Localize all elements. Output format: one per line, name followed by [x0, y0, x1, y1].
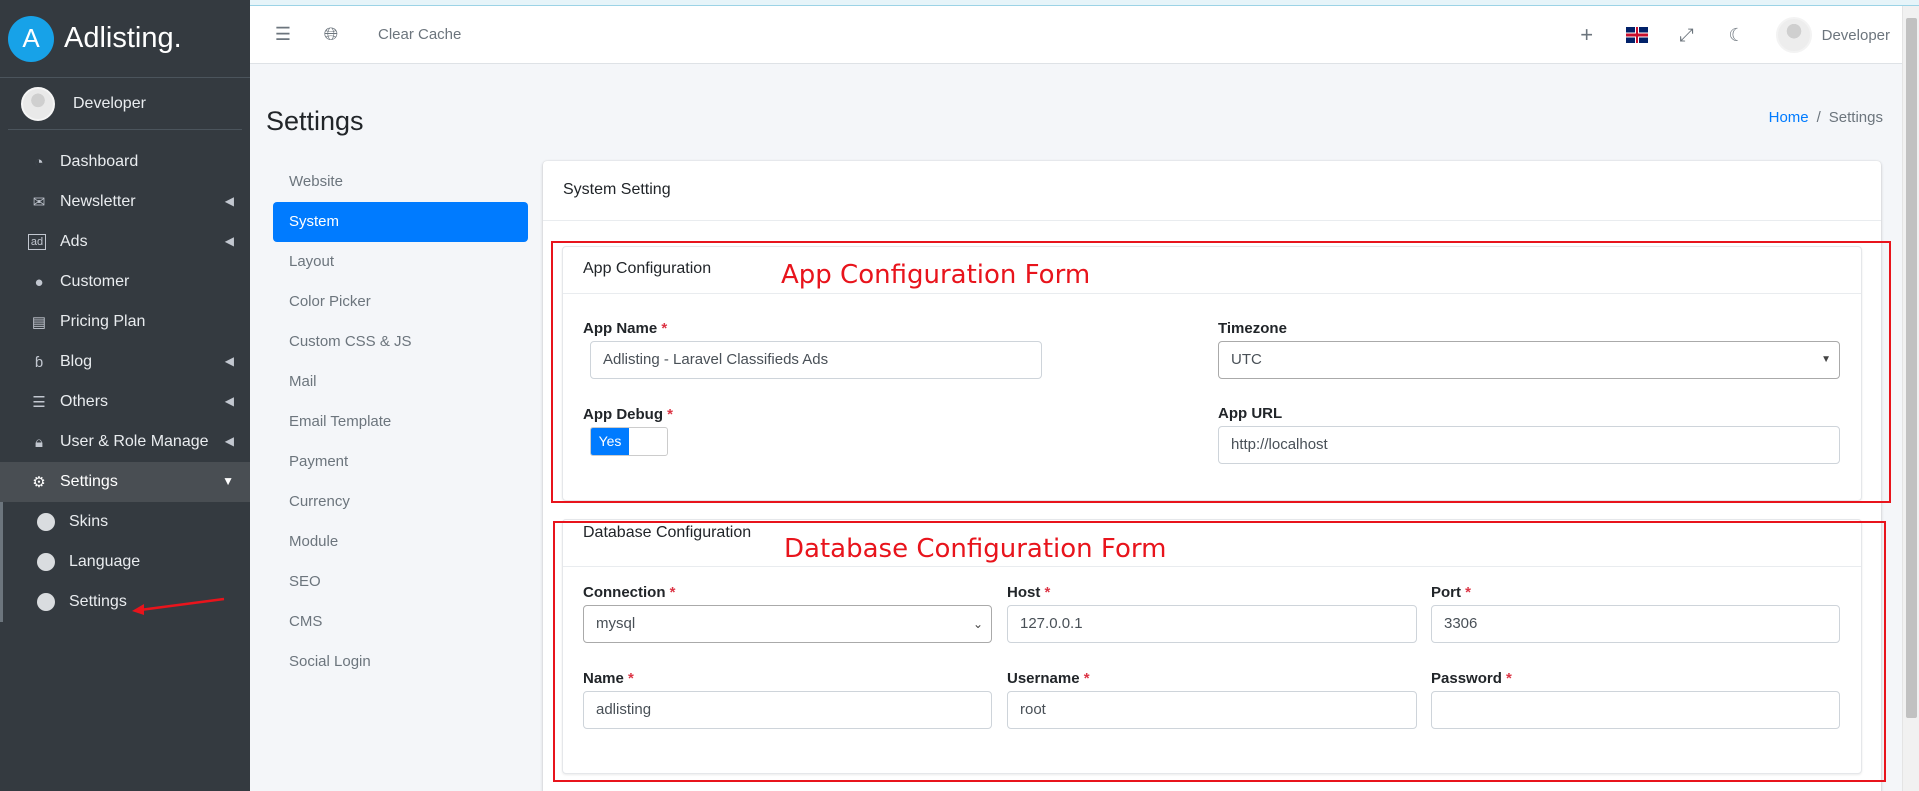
breadcrumb-separator: /: [1816, 109, 1821, 126]
card-title: System Setting: [543, 161, 1881, 221]
settings-menu-item-mail[interactable]: Mail: [273, 362, 528, 402]
brand-name: Adlisting.: [64, 22, 182, 54]
breadcrumb: Home / Settings: [1769, 109, 1883, 126]
settings-menu-item-email-template[interactable]: Email Template: [273, 402, 528, 442]
brand[interactable]: A Adlisting.: [0, 0, 250, 78]
list-icon: ☰: [32, 394, 46, 411]
settings-menu-item-social-login[interactable]: Social Login: [273, 642, 528, 682]
sidebar-item-label: User & Role Manage: [60, 433, 209, 450]
moon-icon[interactable]: ☾: [1726, 25, 1748, 46]
scrollbar-thumb[interactable]: [1906, 18, 1917, 718]
sidebar-item-pricing-plan[interactable]: ▤ Pricing Plan: [0, 302, 250, 342]
sidebar-item-label: Settings: [69, 593, 127, 610]
app-form-annotation: App Configuration Form: [781, 260, 1091, 290]
settings-menu-item-color-picker[interactable]: Color Picker: [273, 282, 528, 322]
sidebar-subitem-language[interactable]: Language: [3, 542, 250, 582]
user-icon: ●: [34, 273, 44, 291]
chevron-left-icon: ◀: [224, 434, 234, 448]
lock-icon: 🔒︎: [35, 433, 43, 451]
sidebar-item-label: Settings: [60, 473, 118, 490]
chevron-left-icon: ◀: [224, 394, 234, 408]
sidebar-item-newsletter[interactable]: ✉ Newsletter ◀: [0, 182, 250, 222]
sidebar-item-settings[interactable]: ⚙ Settings ▼: [0, 462, 250, 502]
sidebar-user-name: Developer: [73, 94, 146, 112]
avatar: [21, 86, 55, 121]
gear-icon: ⚙: [32, 474, 46, 491]
envelope-icon: ✉: [32, 194, 46, 211]
menu-icon[interactable]: ☰: [272, 24, 294, 45]
credit-card-icon: ▤: [31, 314, 47, 331]
chevron-down-icon: ▼: [222, 474, 234, 488]
sidebar-item-label: Newsletter: [60, 193, 136, 210]
db-form-annotation: Database Configuration Form: [784, 534, 1167, 564]
settings-menu-item-module[interactable]: Module: [273, 522, 528, 562]
chevron-left-icon: ◀: [224, 234, 234, 248]
circle-icon: [37, 553, 55, 571]
sidebar-item-label: Customer: [60, 273, 130, 290]
chevron-left-icon: ◀: [224, 354, 234, 368]
circle-icon: [37, 593, 55, 611]
sidebar-item-label: Ads: [60, 233, 88, 250]
topbar-user-name[interactable]: Developer: [1822, 27, 1890, 44]
settings-menu-item-website[interactable]: Website: [273, 162, 528, 202]
clear-cache-link[interactable]: Clear Cache: [378, 26, 461, 43]
settings-menu-item-system[interactable]: System: [273, 202, 528, 242]
settings-menu-item-seo[interactable]: SEO: [273, 562, 528, 602]
ad-icon: ad: [28, 234, 46, 250]
page-scrollbar[interactable]: [1902, 6, 1919, 791]
sidebar-item-label: Skins: [69, 513, 109, 530]
settings-menu-item-payment[interactable]: Payment: [273, 442, 528, 482]
fullscreen-icon[interactable]: ⤢: [1676, 25, 1698, 46]
circle-icon: [37, 513, 55, 531]
breadcrumb-home-link[interactable]: Home: [1769, 109, 1809, 126]
sidebar-item-label: Blog: [60, 353, 93, 370]
uk-flag-icon[interactable]: [1625, 27, 1648, 43]
sidebar-item-user-role[interactable]: 🔒︎ User & Role Manage ◀: [0, 422, 250, 462]
sidebar: A Adlisting. Developer ◔ Dashboard ✉ New…: [0, 0, 250, 791]
topbar-right: + ⤢ ☾ Developer: [1576, 6, 1890, 64]
top-navbar: ☰ 🌐︎ Clear Cache + ⤢ ☾ Developer: [250, 6, 1910, 64]
settings-menu-item-layout[interactable]: Layout: [273, 242, 528, 282]
sidebar-item-others[interactable]: ☰ Others ◀: [0, 382, 250, 422]
sidebar-item-label: Others: [60, 393, 109, 410]
sidebar-nav: ◔ Dashboard ✉ Newsletter ◀ ad Ads ◀ ● Cu…: [0, 142, 250, 622]
sidebar-subitem-skins[interactable]: Skins: [3, 502, 250, 542]
sidebar-item-dashboard[interactable]: ◔ Dashboard: [0, 142, 250, 182]
sidebar-item-label: Pricing Plan: [60, 313, 146, 330]
sidebar-item-customer[interactable]: ● Customer: [0, 262, 250, 302]
app-form-highlight-box: [551, 241, 1891, 503]
sidebar-item-ads[interactable]: ad Ads ◀: [0, 222, 250, 262]
settings-menu: Website System Layout Color Picker Custom CS…: [273, 162, 528, 682]
settings-menu-item-cms[interactable]: CMS: [273, 602, 528, 642]
dashboard-icon: ◔: [34, 153, 44, 171]
globe-icon[interactable]: 🌐︎: [320, 24, 342, 45]
blog-icon: ɓ: [34, 353, 44, 371]
user-panel[interactable]: Developer: [8, 78, 242, 130]
sidebar-item-blog[interactable]: ɓ Blog ◀: [0, 342, 250, 382]
settings-menu-item-custom-css-js[interactable]: Custom CSS & JS: [273, 322, 528, 362]
breadcrumb-current: Settings: [1828, 109, 1883, 126]
avatar[interactable]: [1775, 17, 1812, 53]
page-title: Settings: [266, 106, 364, 136]
sidebar-item-label: Dashboard: [60, 153, 139, 170]
sidebar-item-label: Language: [69, 553, 141, 570]
settings-menu-item-currency[interactable]: Currency: [273, 482, 528, 522]
annotation-arrow: [132, 597, 225, 615]
chevron-left-icon: ◀: [224, 194, 234, 208]
plus-icon[interactable]: +: [1576, 22, 1598, 48]
brand-logo: A: [8, 15, 54, 62]
db-form-highlight-box: [553, 521, 1886, 782]
